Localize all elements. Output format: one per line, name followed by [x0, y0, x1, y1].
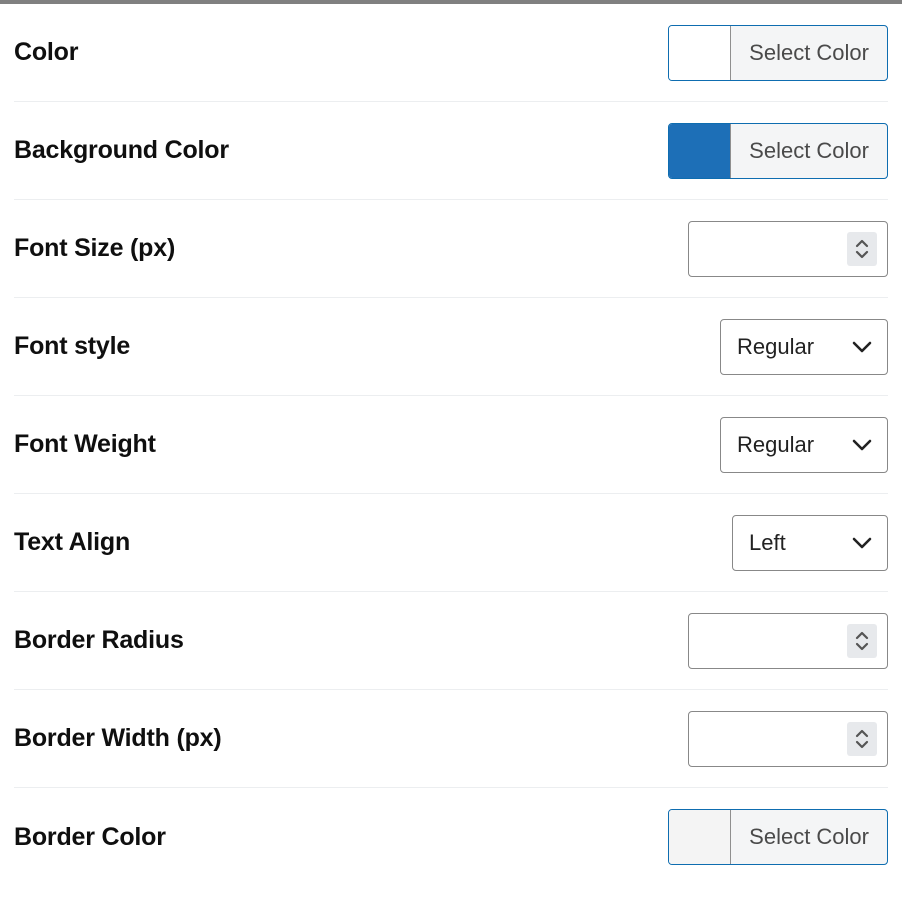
swatch-color [669, 26, 731, 80]
chevron-down-icon [851, 340, 873, 354]
swatch-border-color [669, 810, 731, 864]
label-color: Color [14, 38, 78, 67]
chevron-down-icon [851, 438, 873, 452]
color-picker-background-color[interactable]: Select Color [668, 123, 888, 179]
text-align-select[interactable]: Left [732, 515, 888, 571]
label-font-weight: Font Weight [14, 430, 156, 459]
label-text-align: Text Align [14, 528, 130, 557]
row-border-width: Border Width (px) [14, 690, 888, 788]
font-size-field[interactable] [688, 221, 888, 277]
label-font-size: Font Size (px) [14, 234, 175, 263]
stepper-icon[interactable] [847, 232, 877, 266]
select-color-label: Select Color [731, 124, 887, 178]
row-color: Color Select Color [14, 4, 888, 102]
stepper-icon[interactable] [847, 624, 877, 658]
style-settings-panel: Color Select Color Background Color Sele… [0, 0, 902, 886]
label-border-width: Border Width (px) [14, 724, 221, 753]
label-border-radius: Border Radius [14, 626, 184, 655]
label-border-color: Border Color [14, 823, 166, 852]
chevron-down-icon [851, 536, 873, 550]
border-width-field[interactable] [688, 711, 888, 767]
border-radius-field[interactable] [688, 613, 888, 669]
label-background-color: Background Color [14, 136, 229, 165]
row-font-weight: Font Weight Regular [14, 396, 888, 494]
color-picker-color[interactable]: Select Color [668, 25, 888, 81]
row-font-size: Font Size (px) [14, 200, 888, 298]
select-color-label: Select Color [731, 810, 887, 864]
color-picker-border-color[interactable]: Select Color [668, 809, 888, 865]
row-background-color: Background Color Select Color [14, 102, 888, 200]
row-border-color: Border Color Select Color [14, 788, 888, 886]
row-text-align: Text Align Left [14, 494, 888, 592]
stepper-icon[interactable] [847, 722, 877, 756]
font-weight-select[interactable]: Regular [720, 417, 888, 473]
swatch-background-color [669, 124, 731, 178]
select-color-label: Select Color [731, 26, 887, 80]
row-font-style: Font style Regular [14, 298, 888, 396]
row-border-radius: Border Radius [14, 592, 888, 690]
label-font-style: Font style [14, 332, 130, 361]
font-style-select[interactable]: Regular [720, 319, 888, 375]
